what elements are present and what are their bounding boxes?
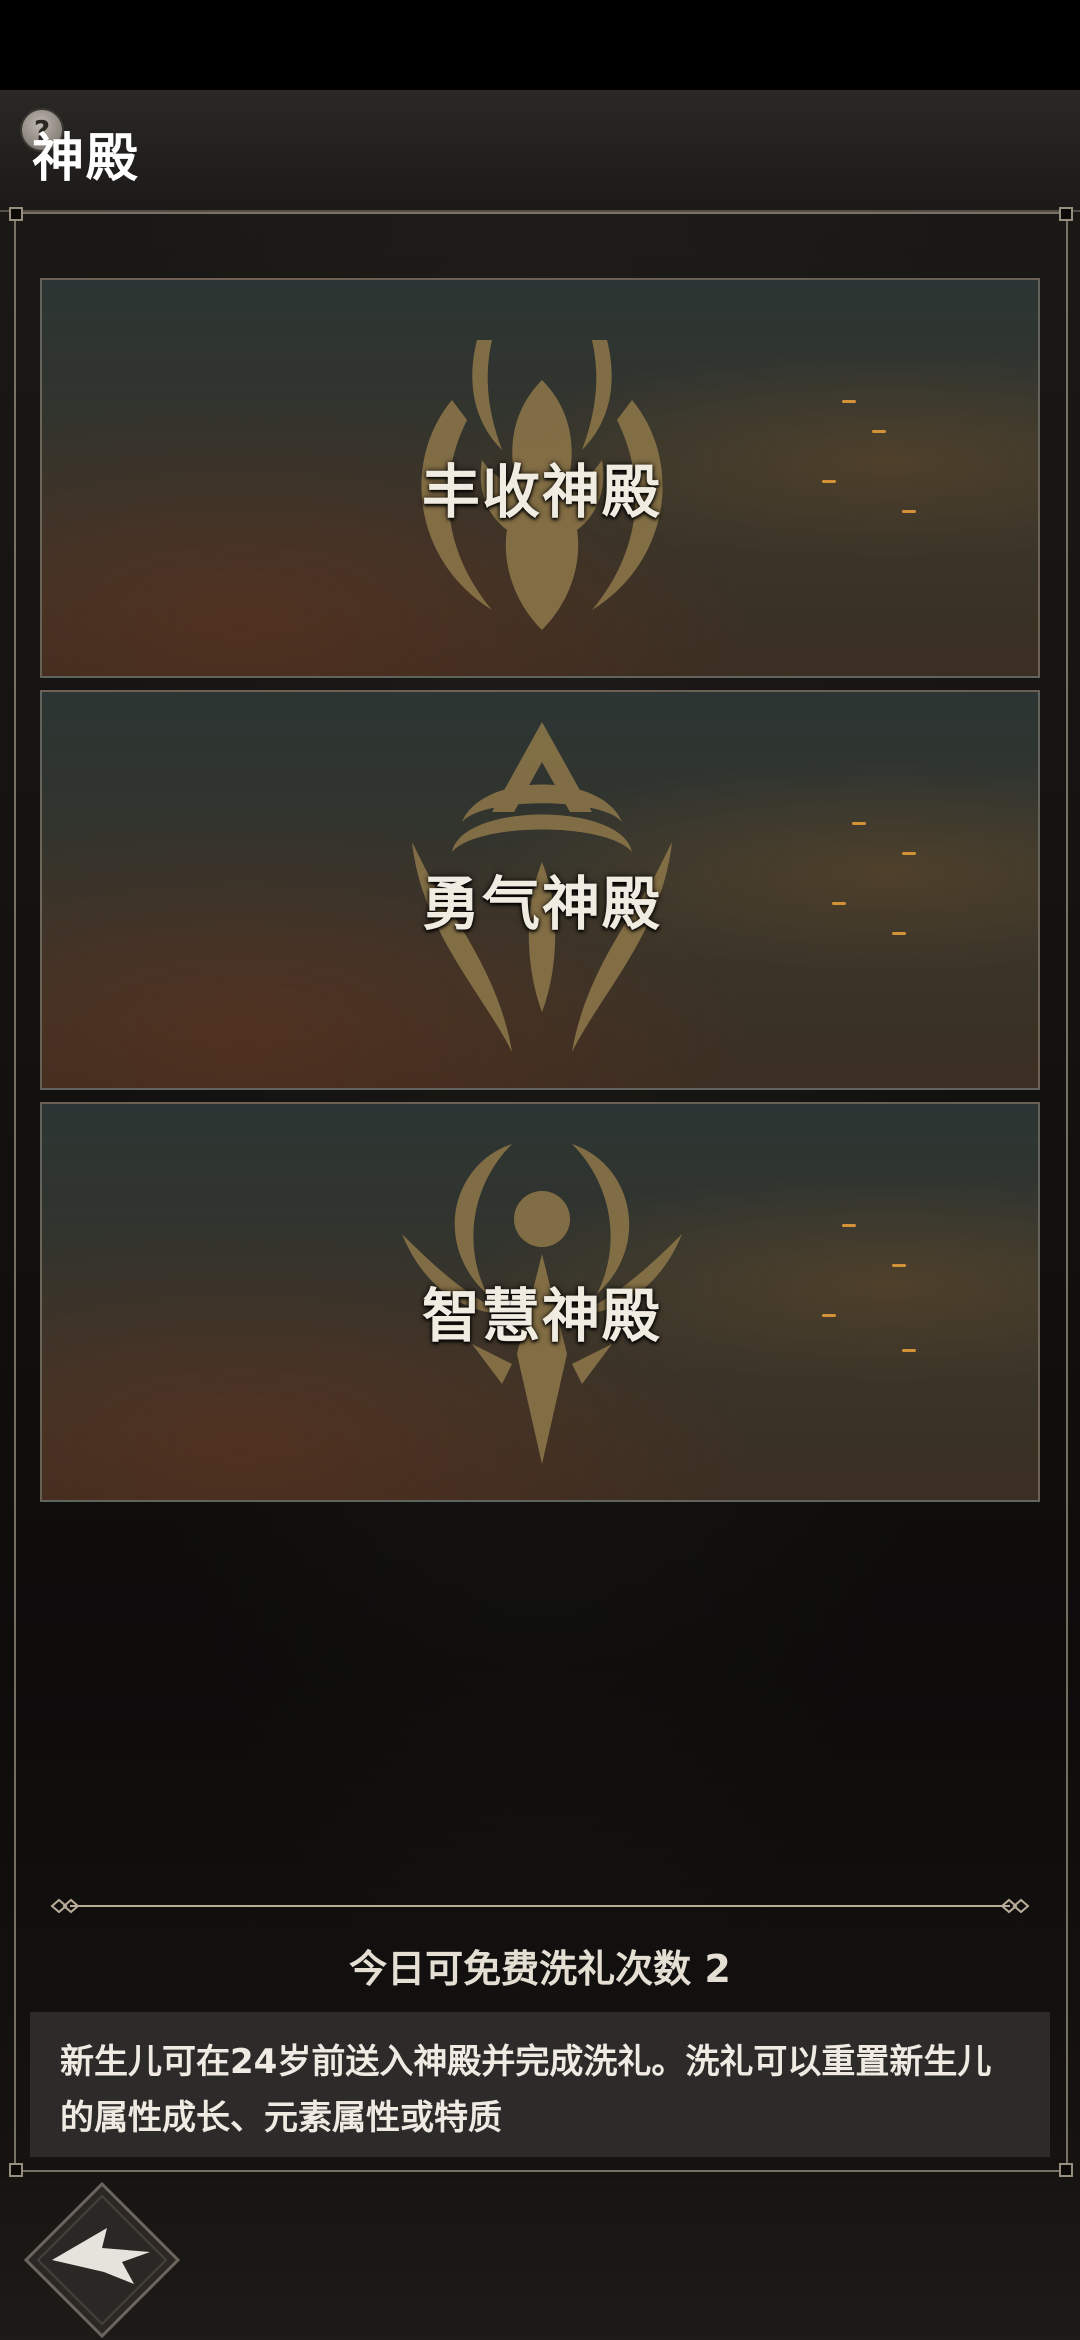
free-baptism-count: 今日可免费洗礼次数 2	[349, 1947, 731, 1991]
frame-corner-ornament	[1059, 2163, 1073, 2177]
ornamental-divider	[50, 1898, 1030, 1914]
temple-label: 智慧神殿	[421, 1282, 662, 1350]
temple-card-wisdom[interactable]: 智慧神殿	[40, 1102, 1040, 1502]
status-bar	[0, 0, 1080, 90]
temple-card-harvest[interactable]: 丰收神殿	[40, 278, 1040, 678]
temple-card-courage[interactable]: 勇气神殿	[40, 690, 1040, 1090]
frame-corner-ornament	[1059, 207, 1073, 221]
header-bar	[0, 90, 1080, 212]
temple-label: 勇气神殿	[421, 870, 662, 938]
back-arrow-icon[interactable]	[22, 2180, 182, 2340]
temple-label: 丰收神殿	[421, 458, 662, 526]
page-title: 神殿	[32, 129, 141, 189]
description-text: 新生儿可在24岁前送入神殿并完成洗礼。洗礼可以重置新生儿的属性成长、元素属性或特…	[30, 2012, 1050, 2157]
frame-corner-ornament	[9, 2163, 23, 2177]
frame-corner-ornament	[9, 207, 23, 221]
